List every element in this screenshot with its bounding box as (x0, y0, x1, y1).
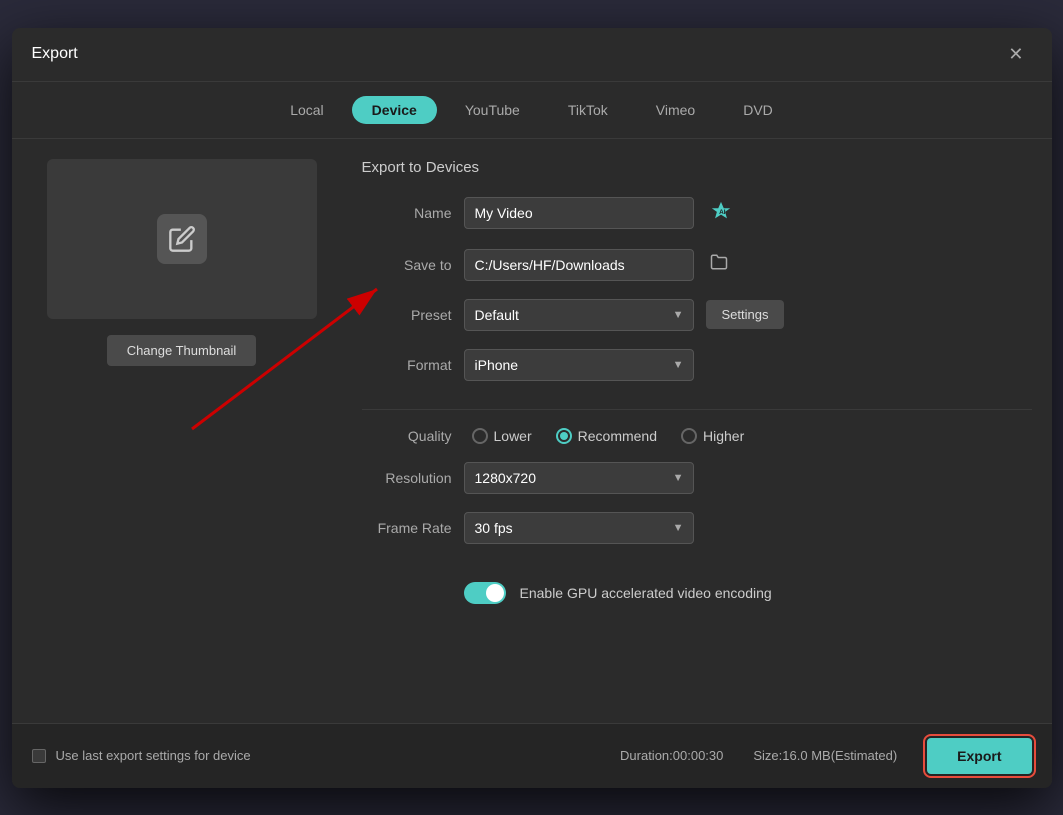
frame-rate-row: Frame Rate 30 fps ▼ (362, 512, 1032, 544)
quality-radio-group: Lower Recommend Higher (472, 428, 745, 444)
folder-button[interactable] (706, 249, 732, 280)
duration-text: Duration:00:00:30 (620, 748, 723, 763)
format-select[interactable]: iPhone (464, 349, 694, 381)
divider (362, 409, 1032, 410)
frame-rate-select-wrapper: 30 fps ▼ (464, 512, 694, 544)
quality-recommend-label: Recommend (578, 428, 657, 444)
preset-label: Preset (362, 307, 452, 323)
preset-row: Preset Default ▼ Settings (362, 299, 1032, 331)
export-button[interactable]: Export (927, 738, 1031, 774)
last-export-row: Use last export settings for device (32, 748, 251, 763)
dialog-footer: Use last export settings for device Dura… (12, 723, 1052, 788)
radio-higher-circle (681, 428, 697, 444)
frame-rate-label: Frame Rate (362, 520, 452, 536)
resolution-select[interactable]: 1280x720 (464, 462, 694, 494)
quality-lower-label: Lower (494, 428, 532, 444)
ai-button[interactable]: AI (706, 196, 736, 231)
save-to-label: Save to (362, 257, 452, 273)
format-row: Format iPhone ▼ (362, 349, 1032, 381)
radio-lower-circle (472, 428, 488, 444)
resolution-select-wrapper: 1280x720 ▼ (464, 462, 694, 494)
format-select-wrapper: iPhone ▼ (464, 349, 694, 381)
last-export-label: Use last export settings for device (56, 748, 251, 763)
quality-higher[interactable]: Higher (681, 428, 744, 444)
tabs-bar: Local Device YouTube TikTok Vimeo DVD (12, 82, 1052, 139)
quality-lower[interactable]: Lower (472, 428, 532, 444)
resolution-row: Resolution 1280x720 ▼ (362, 462, 1032, 494)
save-to-row: Save to (362, 249, 1032, 281)
tab-youtube[interactable]: YouTube (445, 96, 540, 124)
preset-select-wrapper: Default ▼ (464, 299, 694, 331)
tab-vimeo[interactable]: Vimeo (636, 96, 715, 124)
dialog-header: Export ✕ (12, 28, 1052, 82)
last-export-checkbox[interactable] (32, 749, 46, 763)
quality-label: Quality (362, 428, 452, 444)
tab-dvd[interactable]: DVD (723, 96, 793, 124)
frame-rate-select[interactable]: 30 fps (464, 512, 694, 544)
name-row: Name AI (362, 196, 1032, 231)
quality-higher-label: Higher (703, 428, 744, 444)
save-to-input[interactable] (464, 249, 694, 281)
format-label: Format (362, 357, 452, 373)
size-text: Size:16.0 MB(Estimated) (753, 748, 897, 763)
gpu-row: Enable GPU accelerated video encoding (464, 582, 1032, 604)
settings-button[interactable]: Settings (706, 300, 785, 329)
gpu-toggle[interactable] (464, 582, 506, 604)
section-title: Export to Devices (362, 159, 1032, 176)
change-thumbnail-button[interactable]: Change Thumbnail (107, 335, 257, 366)
right-panel: Export to Devices Name AI Save to (362, 159, 1032, 703)
name-input[interactable] (464, 197, 694, 229)
name-label: Name (362, 205, 452, 221)
left-panel: Change Thumbnail (32, 159, 332, 703)
dialog-body: Change Thumbnail Export to Devices Name … (12, 139, 1052, 723)
quality-row: Quality Lower Recommend Higher (362, 428, 1032, 444)
quality-recommend[interactable]: Recommend (556, 428, 657, 444)
close-button[interactable]: ✕ (1000, 40, 1031, 69)
resolution-label: Resolution (362, 470, 452, 486)
tab-tiktok[interactable]: TikTok (548, 96, 628, 124)
gpu-label: Enable GPU accelerated video encoding (520, 585, 772, 601)
svg-text:AI: AI (719, 208, 726, 215)
thumbnail-preview (47, 159, 317, 319)
radio-recommend-circle (556, 428, 572, 444)
tab-device[interactable]: Device (352, 96, 437, 124)
export-dialog: Export ✕ Local Device YouTube TikTok Vim… (12, 28, 1052, 788)
thumbnail-icon (157, 214, 207, 264)
footer-right: Duration:00:00:30 Size:16.0 MB(Estimated… (620, 738, 1031, 774)
tab-local[interactable]: Local (270, 96, 343, 124)
preset-select[interactable]: Default (464, 299, 694, 331)
dialog-title: Export (32, 45, 78, 63)
